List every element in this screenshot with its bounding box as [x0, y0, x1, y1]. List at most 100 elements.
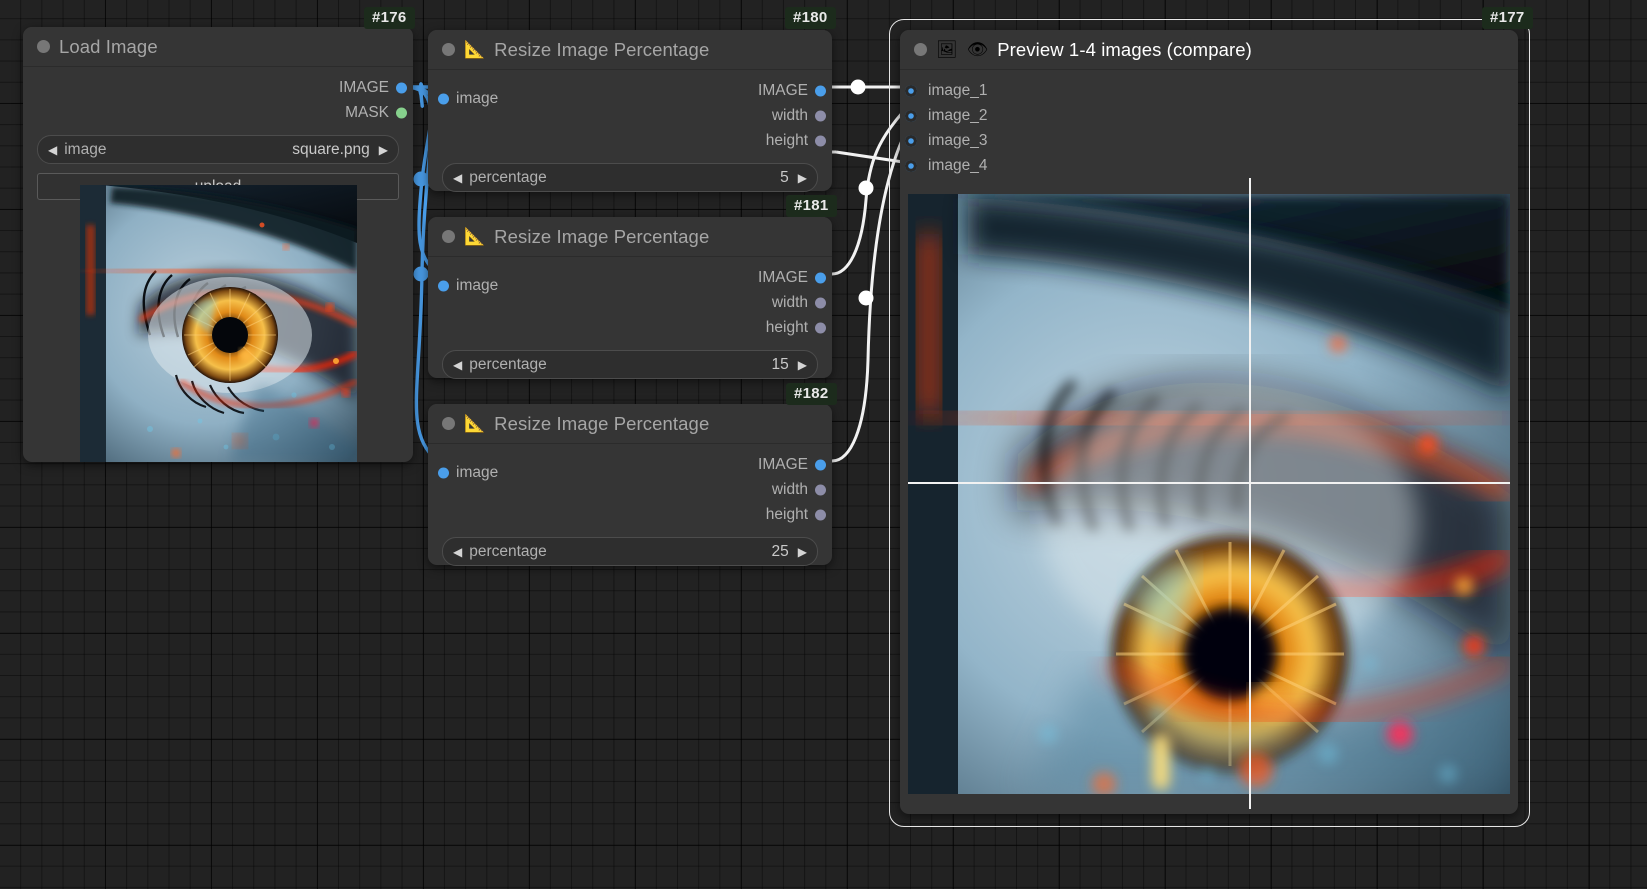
node-id-badge: #181	[786, 195, 837, 217]
height-output-port-icon[interactable]	[815, 509, 826, 520]
input-slot-label: image_2	[928, 107, 987, 125]
image-1-input-port-icon[interactable]	[905, 85, 917, 97]
chevron-left-icon[interactable]: ◀	[453, 546, 462, 558]
chevron-right-icon[interactable]: ▶	[798, 172, 807, 184]
output-slot-label: height	[766, 319, 808, 337]
node-body: image IMAGE width height ◀ percentage 15…	[428, 265, 832, 391]
node-body: image IMAGE width height ◀ percentage 25…	[428, 452, 832, 578]
node-id-badge: #176	[364, 7, 415, 29]
image-output-port-icon[interactable]	[815, 459, 826, 470]
compare-image-preview[interactable]	[908, 194, 1510, 794]
node-header[interactable]: 🖼 👁 Preview 1-4 images (compare)	[900, 30, 1518, 70]
chevron-left-icon[interactable]: ◀	[453, 172, 462, 184]
image-4-input-port-icon[interactable]	[905, 160, 917, 172]
chevron-right-icon[interactable]: ▶	[798, 546, 807, 558]
framed-picture-icon: 🖼	[936, 41, 958, 58]
loaded-image-preview[interactable]	[80, 185, 357, 462]
node-id-badge: #180	[785, 7, 836, 29]
eye-artwork	[80, 185, 357, 462]
node-body: image IMAGE width height ◀ percentage 5 …	[428, 78, 832, 204]
input-slot-label: image_1	[928, 82, 987, 100]
output-slot-width[interactable]: width	[428, 477, 832, 502]
compare-slider-vertical[interactable]	[1249, 178, 1251, 809]
input-slot-image-4[interactable]: image_4	[900, 153, 1518, 178]
node-id-badge: #182	[786, 383, 837, 405]
chevron-right-icon[interactable]: ▶	[798, 359, 807, 371]
image-2-input-port-icon[interactable]	[905, 110, 917, 122]
node-title: Resize Image Percentage	[494, 413, 709, 435]
widget-label: image	[64, 141, 106, 159]
ruler-icon: 📐	[464, 41, 485, 58]
node-title: Resize Image Percentage	[494, 226, 709, 248]
node-title: Preview 1-4 images (compare)	[997, 39, 1252, 61]
output-slot-height[interactable]: height	[428, 315, 832, 340]
output-slot-width[interactable]: width	[428, 290, 832, 315]
widget-value: 15	[547, 356, 789, 374]
collapse-toggle-icon[interactable]	[914, 43, 927, 56]
output-slot-mask[interactable]: MASK	[23, 100, 413, 125]
height-output-port-icon[interactable]	[815, 322, 826, 333]
image-3-input-port-icon[interactable]	[905, 135, 917, 147]
output-slot-label: height	[766, 506, 808, 524]
output-slot-label: IMAGE	[758, 269, 808, 287]
input-slot-image-2[interactable]: image_2	[900, 103, 1518, 128]
image-combo-widget[interactable]: ◀ image square.png ▶	[37, 135, 399, 164]
node-header[interactable]: 📐 Resize Image Percentage	[428, 30, 832, 70]
width-output-port-icon[interactable]	[815, 484, 826, 495]
node-header[interactable]: 📐 Resize Image Percentage	[428, 217, 832, 257]
output-slot-label: IMAGE	[339, 79, 389, 97]
chevron-left-icon[interactable]: ◀	[48, 144, 57, 156]
image-output-port-icon[interactable]	[396, 82, 407, 93]
collapse-toggle-icon[interactable]	[442, 417, 455, 430]
image-output-port-icon[interactable]	[815, 85, 826, 96]
output-slot-width[interactable]: width	[428, 103, 832, 128]
output-slot-image[interactable]: IMAGE	[428, 78, 832, 103]
image-output-port-icon[interactable]	[815, 272, 826, 283]
compare-slider-horizontal[interactable]	[908, 482, 1510, 484]
mask-output-port-icon[interactable]	[396, 107, 407, 118]
node-resize-image-percentage-182[interactable]: 📐 Resize Image Percentage image IMAGE wi…	[428, 404, 832, 565]
eye-icon: 👁	[967, 41, 989, 58]
input-slot-label: image_3	[928, 132, 987, 150]
output-slot-height[interactable]: height	[428, 502, 832, 527]
node-body: image_1 image_2 image_3 image_4	[900, 78, 1518, 190]
input-slot-image-3[interactable]: image_3	[900, 128, 1518, 153]
input-slot-image-1[interactable]: image_1	[900, 78, 1518, 103]
output-slot-label: width	[772, 294, 808, 312]
eye-artwork-blurred	[908, 194, 1510, 794]
widget-label: percentage	[469, 543, 547, 561]
output-slot-label: MASK	[345, 104, 389, 122]
width-output-port-icon[interactable]	[815, 297, 826, 308]
height-output-port-icon[interactable]	[815, 135, 826, 146]
node-id-badge: #177	[1482, 7, 1533, 29]
output-slot-image[interactable]: IMAGE	[428, 265, 832, 290]
ruler-icon: 📐	[464, 415, 485, 432]
width-output-port-icon[interactable]	[815, 110, 826, 121]
chevron-right-icon[interactable]: ▶	[379, 144, 388, 156]
output-slot-label: width	[772, 481, 808, 499]
output-slot-image[interactable]: IMAGE	[428, 452, 832, 477]
output-slot-image[interactable]: IMAGE	[23, 75, 413, 100]
widget-value: 25	[547, 543, 789, 561]
node-header[interactable]: Load Image	[23, 27, 413, 67]
chevron-left-icon[interactable]: ◀	[453, 359, 462, 371]
output-slot-label: IMAGE	[758, 82, 808, 100]
collapse-toggle-icon[interactable]	[442, 43, 455, 56]
node-resize-image-percentage-181[interactable]: 📐 Resize Image Percentage image IMAGE wi…	[428, 217, 832, 378]
percentage-number-widget[interactable]: ◀ percentage 25 ▶	[442, 537, 818, 566]
percentage-number-widget[interactable]: ◀ percentage 5 ▶	[442, 163, 818, 192]
widget-value: square.png	[106, 141, 369, 159]
widget-value: 5	[547, 169, 789, 187]
widget-label: percentage	[469, 356, 547, 374]
node-resize-image-percentage-180[interactable]: 📐 Resize Image Percentage image IMAGE wi…	[428, 30, 832, 191]
output-slot-height[interactable]: height	[428, 128, 832, 153]
output-slot-label: width	[772, 107, 808, 125]
collapse-toggle-icon[interactable]	[37, 40, 50, 53]
node-title: Load Image	[59, 36, 158, 58]
output-slot-label: height	[766, 132, 808, 150]
input-slot-label: image_4	[928, 157, 987, 175]
node-header[interactable]: 📐 Resize Image Percentage	[428, 404, 832, 444]
percentage-number-widget[interactable]: ◀ percentage 15 ▶	[442, 350, 818, 379]
ruler-icon: 📐	[464, 228, 485, 245]
collapse-toggle-icon[interactable]	[442, 230, 455, 243]
